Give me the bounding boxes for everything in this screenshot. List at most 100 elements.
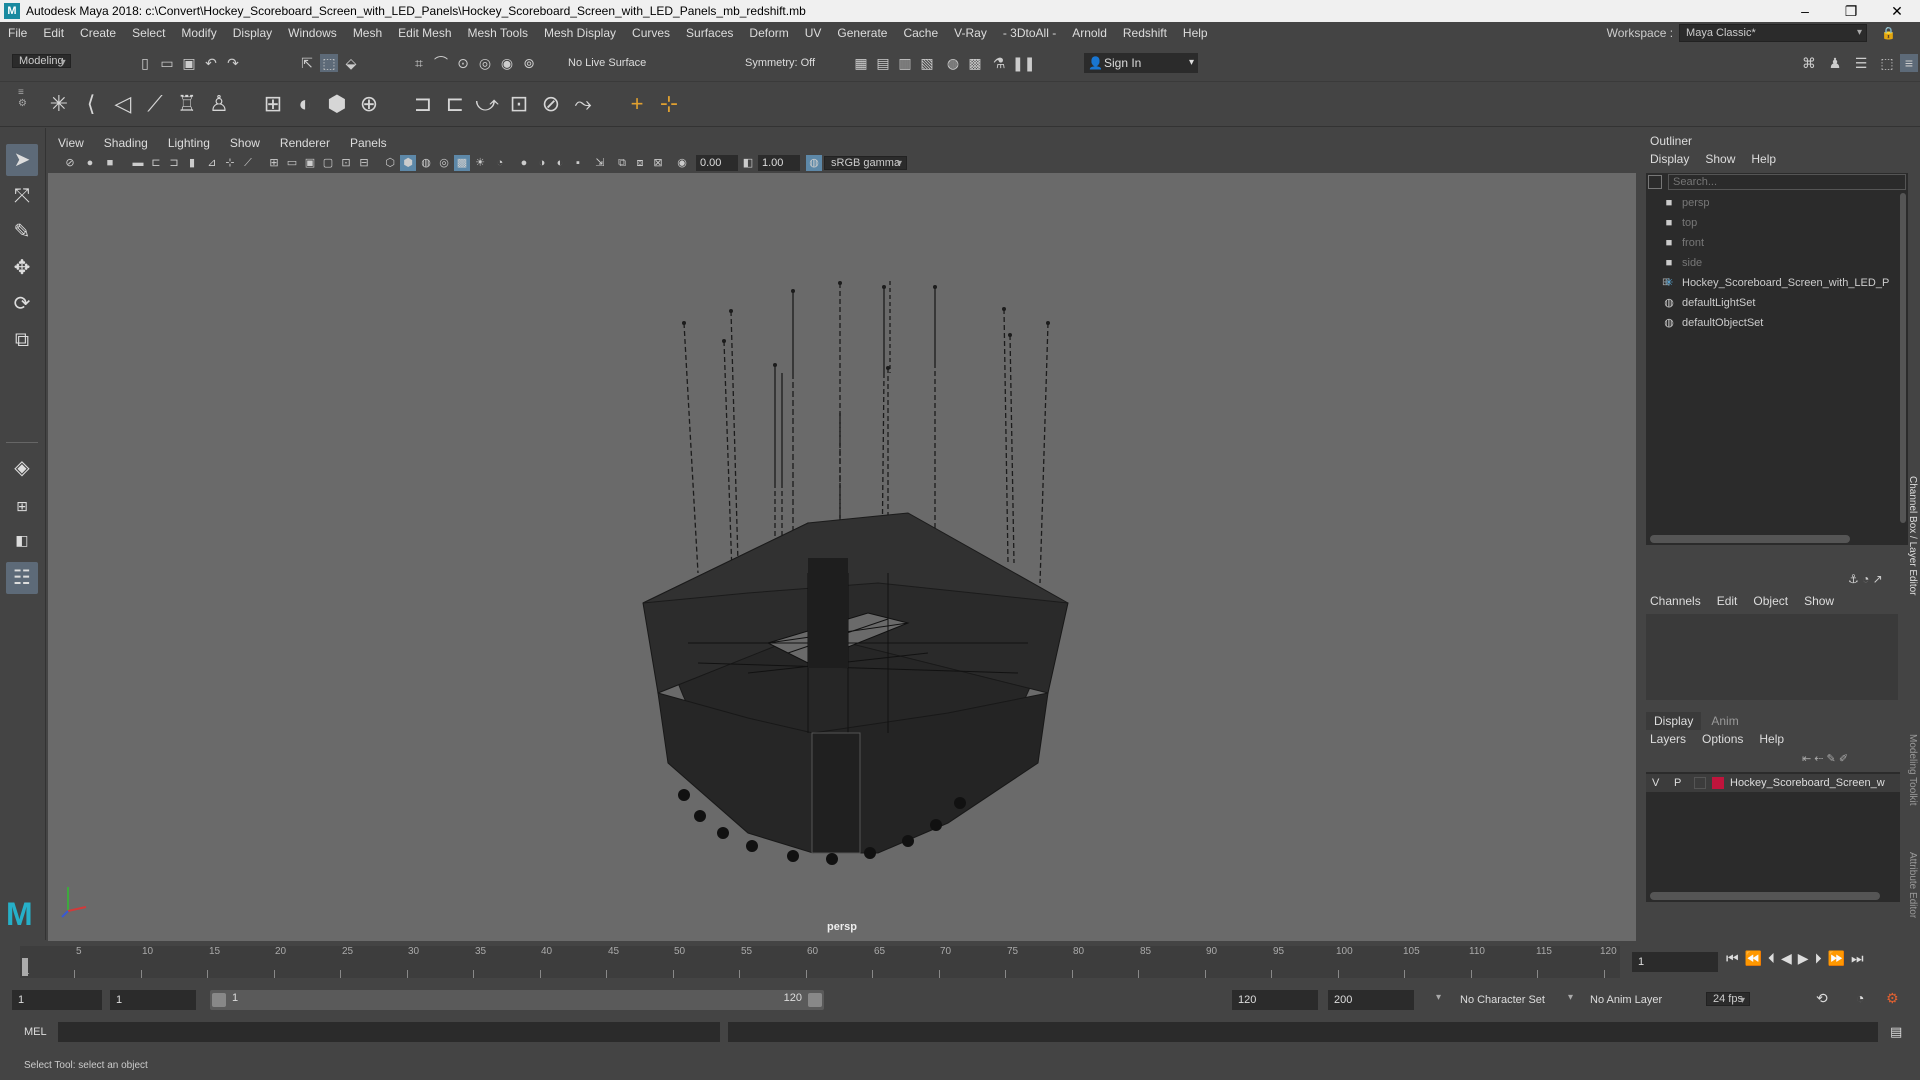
menu-modify[interactable]: Modify xyxy=(173,26,224,40)
xray-joints-icon[interactable]: ▪ xyxy=(570,155,586,171)
menu-curves[interactable]: Curves xyxy=(624,26,678,40)
outliner-item-persp[interactable]: ■ persp xyxy=(1666,195,1710,211)
select-hierarchy-icon[interactable]: ⇱ xyxy=(298,54,316,72)
hypershade-icon[interactable]: ◍ xyxy=(944,54,962,72)
modeling-toolkit-side-tab[interactable]: Modeling Toolkit xyxy=(1906,734,1918,854)
menu-generate[interactable]: Generate xyxy=(829,26,895,40)
outliner-menu-display[interactable]: Display xyxy=(1650,152,1689,166)
snap-surface-icon[interactable]: ◉ xyxy=(498,54,516,72)
gamma-icon[interactable]: ◧ xyxy=(740,155,756,171)
layer-horizontal-scrollbar[interactable] xyxy=(1650,892,1880,900)
exposure-icon[interactable]: ◉ xyxy=(674,155,690,171)
safe-action-icon[interactable]: ⊹ xyxy=(222,155,238,171)
color-management-icon[interactable]: ⊠ xyxy=(650,155,666,171)
outliner-item-side[interactable]: ■ side xyxy=(1666,255,1703,271)
snap-view-icon[interactable]: ◎ xyxy=(476,54,494,72)
joint-icon[interactable]: ⟨ xyxy=(76,89,106,119)
outliner-item-default-light-set[interactable]: ◍ defaultLightSet xyxy=(1664,295,1755,311)
menu-vray[interactable]: V-Ray xyxy=(946,26,995,40)
command-input[interactable] xyxy=(58,1022,720,1042)
outliner-horizontal-scrollbar[interactable] xyxy=(1650,535,1850,543)
aspect-icon[interactable]: ⧈ xyxy=(632,155,648,171)
menu-windows[interactable]: Windows xyxy=(280,26,345,40)
grid-icon[interactable]: ⊞ xyxy=(266,155,282,171)
gate-mask-icon[interactable]: ▮ xyxy=(184,155,200,171)
resolution-gate-icon[interactable]: ⊐ xyxy=(166,155,182,171)
character-set-chevron-icon[interactable]: ▾ xyxy=(1436,992,1441,1003)
constraint-point-icon[interactable]: + xyxy=(622,89,652,119)
xray-active-icon[interactable]: ⇲ xyxy=(592,155,608,171)
single-perspective-layout-icon[interactable]: ◈ xyxy=(6,452,38,484)
script-editor-icon[interactable]: ▤ xyxy=(1890,1024,1902,1040)
view-transform-icon[interactable]: ◍ xyxy=(806,155,822,171)
lock-icon[interactable]: 🔒 xyxy=(1881,26,1896,40)
viewport-menu-panels[interactable]: Panels xyxy=(340,136,397,150)
menu-3dtoall[interactable]: - 3DtoAll - xyxy=(995,26,1064,40)
camera-select-icon[interactable]: ⊘ xyxy=(62,155,78,171)
symmetry-label[interactable]: Symmetry: Off xyxy=(745,57,815,69)
fps-dropdown[interactable]: 24 fps xyxy=(1706,992,1750,1006)
layers-menu-layers[interactable]: Layers xyxy=(1650,732,1686,746)
smooth-shade-icon[interactable]: ▣ xyxy=(302,155,318,171)
outliner-menu-help[interactable]: Help xyxy=(1751,152,1776,166)
layer-visibility-toggle[interactable]: V xyxy=(1652,774,1659,792)
animation-preferences-icon[interactable]: ⚙ xyxy=(1886,990,1899,1007)
new-scene-icon[interactable]: ▯ xyxy=(136,54,154,72)
layer-action-icons[interactable]: ⇤ ⇠ ✎ ✐ xyxy=(1802,752,1848,765)
blend-shape-icon[interactable]: ⊘ xyxy=(536,89,566,119)
anim-layer-dropdown[interactable]: No Anim Layer xyxy=(1590,994,1662,1006)
menu-display[interactable]: Display xyxy=(225,26,280,40)
select-component-icon[interactable]: ⬙ xyxy=(342,54,360,72)
camera-attributes-icon[interactable]: ● xyxy=(82,155,98,171)
menu-cache[interactable]: Cache xyxy=(895,26,946,40)
start-time-field[interactable]: 1 xyxy=(12,990,102,1010)
paint-weights-icon[interactable]: ⊡ xyxy=(504,89,534,119)
time-slider[interactable]: 1 5 10 15 20 25 30 35 40 45 50 55 60 65 … xyxy=(0,942,1920,982)
outliner-search-input[interactable] xyxy=(1668,174,1906,190)
human-ik-icon[interactable]: ♟ xyxy=(1826,54,1844,72)
menu-edit[interactable]: Edit xyxy=(35,26,72,40)
lasso-tool-icon[interactable]: ⤧ xyxy=(6,180,38,212)
menu-help[interactable]: Help xyxy=(1175,26,1216,40)
channel-box-menu-channels[interactable]: Channels xyxy=(1650,594,1701,608)
channel-box-menu-show[interactable]: Show xyxy=(1804,594,1834,608)
select-object-icon[interactable]: ⬚ xyxy=(320,54,338,72)
modeling-toolkit-icon[interactable]: ⌘ xyxy=(1800,54,1818,72)
xray-icon[interactable]: ⊟ xyxy=(356,155,372,171)
ambient-occlusion-icon[interactable]: ☀ xyxy=(472,155,488,171)
viewport-menu-show[interactable]: Show xyxy=(220,136,270,150)
shaded-icon[interactable]: ⬢ xyxy=(400,155,416,171)
outliner-vertical-scrollbar[interactable] xyxy=(1900,193,1906,523)
close-button[interactable]: ✕ xyxy=(1874,0,1920,22)
motion-blur-icon[interactable]: ◔ xyxy=(492,155,508,171)
locator-icon[interactable]: ✳ xyxy=(44,89,74,119)
menu-arnold[interactable]: Arnold xyxy=(1064,26,1115,40)
outliner-item-scoreboard[interactable]: ✳ Hockey_Scoreboard_Screen_with_LED_P xyxy=(1664,275,1889,291)
rig-icon[interactable]: ♙ xyxy=(204,89,234,119)
open-scene-icon[interactable]: ▭ xyxy=(158,54,176,72)
current-frame-field[interactable]: 1 xyxy=(1632,952,1718,972)
mode-dropdown[interactable]: Modeling xyxy=(12,54,71,68)
wire-deform-icon[interactable]: ⤳ xyxy=(568,89,598,119)
attribute-editor-icon[interactable]: ☰ xyxy=(1852,54,1870,72)
shadows-icon[interactable]: ▩ xyxy=(454,155,470,171)
textured-icon[interactable]: ◍ xyxy=(418,155,434,171)
redo-icon[interactable]: ↷ xyxy=(224,54,242,72)
lattice-icon[interactable]: ⊞ xyxy=(258,89,288,119)
render-settings-icon[interactable]: ▧ xyxy=(918,54,936,72)
skeleton-icon[interactable]: ♖ xyxy=(172,89,202,119)
hud-icon[interactable]: ⧉ xyxy=(614,155,630,171)
tool-settings-icon[interactable]: ⬚ xyxy=(1878,54,1896,72)
render-view-icon[interactable]: ▩ xyxy=(966,54,984,72)
menu-surfaces[interactable]: Surfaces xyxy=(678,26,741,40)
channel-box-icon[interactable]: ≡ xyxy=(1900,54,1918,72)
menu-redshift[interactable]: Redshift xyxy=(1115,26,1175,40)
bone-icon[interactable]: ⟋ xyxy=(140,89,170,119)
paint-select-tool-icon[interactable]: ✎ xyxy=(6,216,38,248)
live-surface-label[interactable]: No Live Surface xyxy=(568,57,646,69)
select-tool-icon[interactable]: ➤ xyxy=(6,144,38,176)
perspective-viewport[interactable]: persp xyxy=(48,173,1636,941)
anim-layer-chevron-icon[interactable]: ▾ xyxy=(1568,992,1573,1003)
layers-menu-help[interactable]: Help xyxy=(1759,732,1784,746)
outliner-menu-show[interactable]: Show xyxy=(1705,152,1735,166)
